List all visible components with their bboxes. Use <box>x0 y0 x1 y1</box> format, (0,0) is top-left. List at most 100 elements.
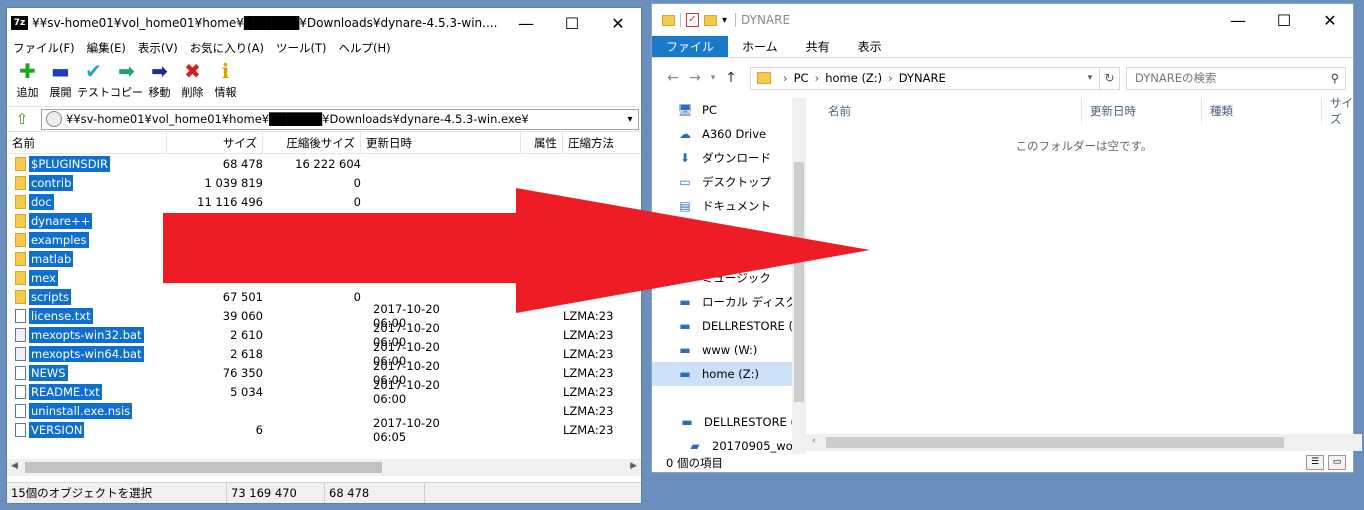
large-icons-view-icon[interactable]: ▭ <box>1328 455 1346 470</box>
column-attributes[interactable]: 属性 <box>521 132 563 153</box>
scroll-left-icon[interactable]: ‹ <box>812 436 816 446</box>
column-packed-size[interactable]: 圧縮後サイズ <box>263 132 361 153</box>
toolbar-button-6[interactable]: ℹ 情報 <box>209 58 242 106</box>
scrollbar-thumb[interactable] <box>826 437 1284 448</box>
menu-file[interactable]: ファイル(F) <box>13 40 75 56</box>
disk-icon: ▬ <box>679 295 691 309</box>
file-modified: 2017-10-20 06:05 <box>373 415 440 444</box>
table-row[interactable]: $PLUGINSDIR 68 478 16 222 604 <box>7 154 641 173</box>
table-row[interactable]: mexopts-win32.bat 2 610 2017-10-20 06:00 LZ… <box>7 321 641 349</box>
chevron-down-icon[interactable]: ▾ <box>622 114 638 125</box>
details-view-icon[interactable]: ☰ <box>1306 455 1324 470</box>
tab-file[interactable]: ファイル <box>652 36 729 57</box>
table-row[interactable]: VERSION 6 2017-10-20 06:05 LZMA:23 <box>7 416 641 444</box>
table-row[interactable]: mexopts-win64.bat 2 618 2017-10-20 06:00 LZ… <box>7 340 641 368</box>
sevenzip-path-combo[interactable]: ¥¥sv-home01¥vol_home01¥home¥██████¥Downl… <box>41 108 639 130</box>
nav-item[interactable]: ▤ ドキュメント <box>652 194 806 218</box>
explorer-titlebar[interactable]: ✓ ▾ DYNARE — ☐ ✕ <box>652 4 1353 36</box>
column-modified[interactable]: 更新日時 <box>1082 98 1202 124</box>
breadcrumb-dynare[interactable]: DYNARE <box>899 71 946 85</box>
nav-item[interactable]: ♪ ミュージック <box>652 266 806 290</box>
menu-favorites[interactable]: お気に入り(A) <box>190 40 264 56</box>
table-row[interactable]: examples <box>7 230 641 249</box>
back-arrow-icon[interactable]: ← <box>662 70 684 86</box>
scroll-right-icon[interactable]: ▶ <box>630 461 637 471</box>
tab-view[interactable]: 表示 <box>844 36 896 57</box>
table-row[interactable]: scripts 67 501 0 <box>7 287 641 306</box>
table-row[interactable]: README.txt 5 034 2017-10-20 06:00 LZMA:23 <box>7 378 641 406</box>
properties-icon[interactable]: ✓ <box>686 13 699 27</box>
toolbar-button-2[interactable]: ✔ テスト <box>77 58 110 106</box>
scrollbar-thumb[interactable] <box>25 462 382 473</box>
toolbar-button-0[interactable]: ✚ 追加 <box>11 58 44 106</box>
chevron-down-icon[interactable]: ▾ <box>722 15 727 26</box>
menu-tools[interactable]: ツール(T) <box>276 40 327 56</box>
column-type[interactable]: 種類 <box>1202 98 1322 124</box>
sevenzip-horizontal-scrollbar[interactable]: ◀ ▶ <box>7 459 641 476</box>
nav-item[interactable]: ▬ DELLRESTORE (E <box>652 314 806 338</box>
table-row[interactable]: doc 11 116 496 0 <box>7 192 641 211</box>
close-button[interactable]: ✕ <box>1307 5 1353 35</box>
column-size[interactable]: サイズ <box>1322 96 1362 126</box>
table-row[interactable]: dynare++ <box>7 211 641 230</box>
nav-item[interactable]: ▬ www (W:) <box>652 338 806 362</box>
menu-edit[interactable]: 編集(E) <box>87 40 126 56</box>
scroll-left-icon[interactable]: ◀ <box>11 461 18 471</box>
navigation-list: 🖥 PC ☁ A360 Drive ⬇ ダウンロード ▭ デスクトップ ▤ ドキュメント ♪ ミュージ… <box>652 98 806 458</box>
tab-home[interactable]: ホーム <box>728 36 792 57</box>
toolbar-button-1[interactable]: ▬ 展開 <box>44 58 77 106</box>
up-arrow-icon[interactable]: ↑ <box>720 70 742 86</box>
maximize-button[interactable]: ☐ <box>1261 5 1307 35</box>
toolbar-button-4[interactable]: ➡ 移動 <box>143 58 176 106</box>
column-name[interactable]: 名前 <box>806 98 1082 124</box>
chevron-down-icon[interactable]: ▾ <box>1081 73 1099 83</box>
recent-chevron-icon[interactable]: ▾ <box>706 73 720 83</box>
new-folder-icon[interactable] <box>704 14 717 26</box>
search-icon[interactable]: ⚲ <box>1325 71 1345 85</box>
up-folder-icon[interactable]: ⇧ <box>11 110 33 128</box>
breadcrumb-home[interactable]: home (Z:) <box>825 71 882 85</box>
column-modified[interactable]: 更新日時 <box>361 132 521 153</box>
column-name[interactable]: 名前 <box>7 132 167 153</box>
navigation-scrollbar[interactable] <box>792 98 806 454</box>
table-row[interactable]: NEWS 76 350 2017-10-20 06:00 LZMA:23 <box>7 359 641 387</box>
breadcrumb-pc[interactable]: PC <box>794 71 809 85</box>
table-row[interactable]: contrib 1 039 819 0 <box>7 173 641 192</box>
search-placeholder: DYNAREの検索 <box>1135 71 1217 85</box>
navigation-pane: 🖥 PC ☁ A360 Drive ⬇ ダウンロード ▭ デスクトップ ▤ ドキュメント ♪ ミュージ… <box>652 98 806 454</box>
table-row[interactable]: license.txt 39 060 2017-10-20 06:00 LZMA:23 <box>7 302 641 330</box>
nav-item[interactable]: ▭ デスクトップ <box>652 170 806 194</box>
refresh-icon[interactable]: ↻ <box>1100 66 1120 90</box>
explorer-window: ✓ ▾ DYNARE — ☐ ✕ ファイル ホーム 共有 表示 ← → ▾ ↑ … <box>651 3 1362 473</box>
tab-share[interactable]: 共有 <box>792 36 844 57</box>
nav-item[interactable]: ⬇ ダウンロード <box>652 146 806 170</box>
toolbar-button-5[interactable]: ✖ 削除 <box>176 58 209 106</box>
file-name: uninstall.exe.nsis <box>29 402 133 419</box>
breadcrumb[interactable]: › PC › home (Z:) › DYNARE ▾ <box>750 66 1100 90</box>
table-row[interactable]: matlab <box>7 249 641 268</box>
table-row[interactable]: mex 0 <box>7 268 641 287</box>
disk-icon: ▬ <box>681 415 693 429</box>
menu-view[interactable]: 表示(V) <box>138 40 178 56</box>
column-size[interactable]: サイズ <box>167 132 263 153</box>
content-horizontal-scrollbar[interactable]: ‹ <box>806 434 1362 451</box>
toolbar-button-3[interactable]: ➡ コピー <box>110 58 143 106</box>
nav-item[interactable]: ▬ home (Z:) <box>652 362 806 386</box>
file-method: LZMA:23 <box>563 308 614 323</box>
menu-help[interactable]: ヘルプ(H) <box>339 40 391 56</box>
search-input[interactable]: DYNAREの検索 ⚲ <box>1126 66 1346 90</box>
nav-item[interactable]: 🖥 PC <box>652 98 806 122</box>
nav-item[interactable]: ▬ ローカル ディスク (C <box>652 290 806 314</box>
minimize-button[interactable]: — <box>503 8 549 38</box>
close-button[interactable]: ✕ <box>595 8 641 38</box>
nav-item[interactable]: ☁ A360 Drive <box>652 122 806 146</box>
forward-arrow-icon[interactable]: → <box>684 70 706 86</box>
nav-item[interactable]: ▬ DELLRESTORE (E:) <box>652 410 806 434</box>
table-row[interactable]: uninstall.exe.nsis LZMA:23 <box>7 401 641 420</box>
column-method[interactable]: 圧縮方法 <box>563 132 639 153</box>
minimize-button[interactable]: — <box>1215 5 1261 35</box>
content-pane: 名前 更新日時 種類 サイズ このフォルダーは空です。 ‹ <box>806 96 1362 454</box>
scrollbar-thumb[interactable] <box>794 162 804 402</box>
sevenzip-titlebar[interactable]: 7z ¥¥sv-home01¥vol_home01¥home¥██████¥Do… <box>7 8 641 38</box>
maximize-button[interactable]: ☐ <box>549 8 595 38</box>
